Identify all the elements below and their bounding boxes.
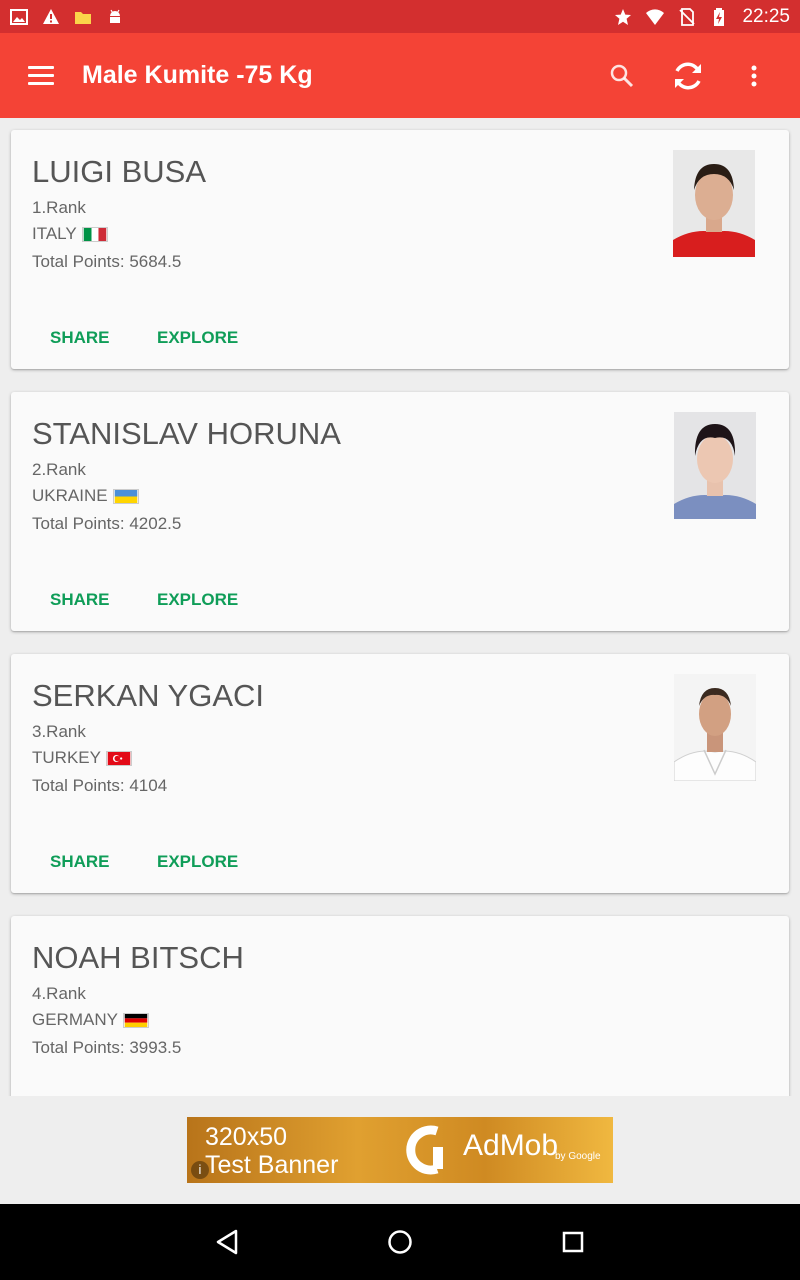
athlete-points: Total Points: 5684.5 [32,252,182,271]
athlete-name: SERKAN YGACI [32,678,265,713]
athlete-card[interactable]: LUIGI BUSA 1.Rank ITALY Total Points: 56… [11,130,789,369]
germany-flag-icon [122,1012,149,1028]
share-button[interactable]: SHARE [50,852,110,872]
home-icon[interactable] [376,1218,424,1266]
athlete-rank: 4.Rank [32,984,86,1003]
share-button[interactable]: SHARE [50,328,110,348]
battery-icon [714,7,725,26]
athlete-card[interactable]: STANISLAV HORUNA 2.Rank UKRAINE Total Po… [11,392,789,631]
athlete-country: GERMANY [32,1010,149,1030]
explore-button[interactable]: EXPLORE [157,590,238,610]
share-button[interactable]: SHARE [50,590,110,610]
ad-by-google: by Google [555,1151,601,1162]
menu-icon[interactable] [28,61,58,91]
admob-logo-icon [406,1125,443,1175]
country-label: TURKEY [32,748,101,767]
system-nav-bar [0,1204,800,1280]
athlete-country: TURKEY [32,748,132,768]
athlete-name: STANISLAV HORUNA [32,416,341,451]
italy-flag-icon [81,226,108,242]
wifi-icon [646,8,665,25]
recents-icon[interactable] [549,1218,597,1266]
ad-area: 320x50 Test Banner i AdMob by Google [0,1096,800,1204]
athlete-name: LUIGI BUSA [32,154,206,189]
status-time: 22:25 [742,5,790,27]
country-label: ITALY [32,224,77,243]
athlete-photo [674,412,756,519]
star-icon [615,8,632,25]
android-icon [110,9,120,23]
explore-button[interactable]: EXPLORE [157,328,238,348]
athlete-country: ITALY [32,224,108,244]
search-icon[interactable] [604,58,640,94]
explore-button[interactable]: EXPLORE [157,852,238,872]
refresh-icon[interactable] [670,58,706,94]
page-title: Male Kumite -75 Kg [82,61,313,89]
no-sim-icon [679,7,696,26]
athlete-name: NOAH BITSCH [32,940,244,975]
athlete-points: Total Points: 3993.5 [32,1038,182,1057]
ad-label-text: Test Banner [205,1151,339,1179]
back-icon[interactable] [203,1218,251,1266]
turkey-flag-icon [105,750,132,766]
athlete-rank: 2.Rank [32,460,86,479]
ad-size-text: 320x50 [205,1123,288,1151]
app-bar: Male Kumite -75 Kg [0,33,800,118]
athlete-photo [673,150,755,257]
ad-info-icon[interactable]: i [191,1161,209,1179]
warning-icon [43,8,59,24]
ukraine-flag-icon [112,488,139,504]
athlete-photo [674,674,756,781]
folder-icon [75,11,91,24]
ad-brand: AdMob [463,1129,559,1162]
athlete-rank: 3.Rank [32,722,86,741]
country-label: UKRAINE [32,486,108,505]
country-label: GERMANY [32,1010,118,1029]
athlete-points: Total Points: 4104 [32,776,168,795]
athlete-rank: 1.Rank [32,198,86,217]
image-icon [10,8,28,25]
athlete-card[interactable]: SERKAN YGACI 3.Rank TURKEY Total Points:… [11,654,789,893]
status-bar: 22:25 [0,0,800,33]
athlete-card[interactable]: NOAH BITSCH 4.Rank GERMANY Total Points:… [11,916,789,1096]
athlete-country: UKRAINE [32,486,139,506]
more-vert-icon[interactable] [736,58,772,94]
athlete-points: Total Points: 4202.5 [32,514,182,533]
ad-banner[interactable]: 320x50 Test Banner i AdMob by Google [187,1117,613,1183]
athlete-list[interactable]: LUIGI BUSA 1.Rank ITALY Total Points: 56… [0,118,800,1096]
